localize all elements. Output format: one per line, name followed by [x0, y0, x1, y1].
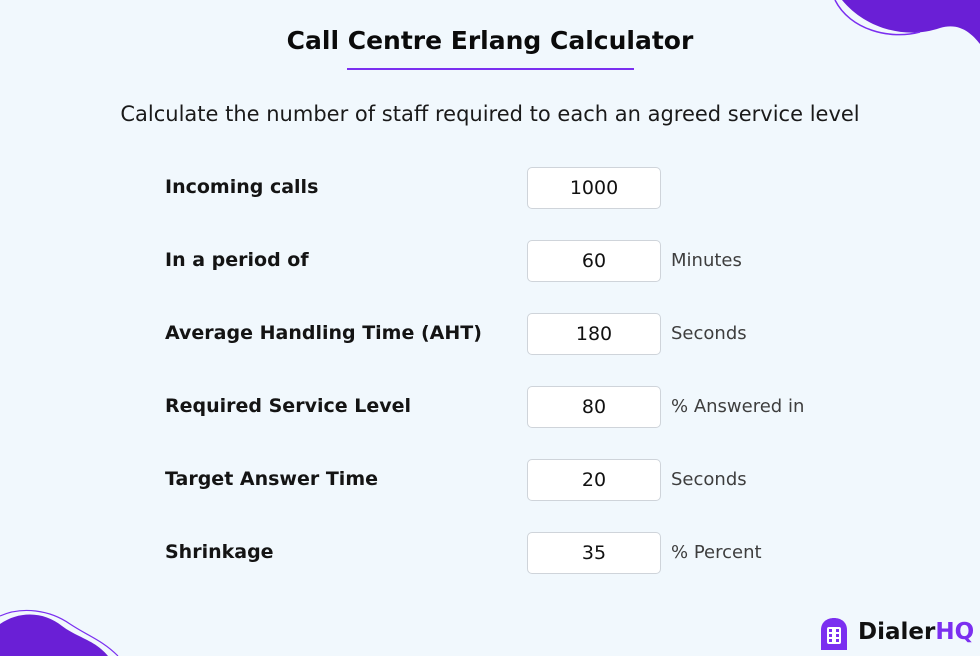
shrinkage-input[interactable]: [527, 532, 661, 574]
field-unit: Seconds: [671, 323, 747, 344]
field-label: Average Handling Time (AHT): [165, 322, 482, 344]
period-input[interactable]: [527, 240, 661, 282]
field-label: Shrinkage: [165, 541, 274, 563]
target-answer-time-input[interactable]: [527, 459, 661, 501]
aht-input[interactable]: [527, 313, 661, 355]
field-unit: Minutes: [671, 250, 742, 271]
field-row-aht: Average Handling Time (AHT) Seconds: [0, 313, 980, 355]
field-unit: Seconds: [671, 469, 747, 490]
phone-keypad-icon: [821, 618, 847, 650]
logo-name-main: Dialer: [858, 619, 936, 645]
title-underline: [347, 68, 634, 70]
field-unit: % Percent: [671, 542, 762, 563]
field-label: In a period of: [165, 249, 309, 271]
field-unit: % Answered in: [671, 396, 805, 417]
decorative-blob-bottom-left: [0, 609, 119, 656]
field-row-period: In a period of Minutes: [0, 240, 980, 282]
field-row-incoming-calls: Incoming calls: [0, 167, 980, 209]
page-subtitle: Calculate the number of staff required t…: [120, 102, 860, 126]
logo-name-accent: HQ: [935, 619, 975, 645]
field-label: Required Service Level: [165, 395, 412, 417]
field-label: Target Answer Time: [165, 468, 379, 490]
field-row-target-answer-time: Target Answer Time Seconds: [0, 459, 980, 501]
field-row-service-level: Required Service Level % Answered in: [0, 386, 980, 428]
service-level-input[interactable]: [527, 386, 661, 428]
incoming-calls-input[interactable]: [527, 167, 661, 209]
field-label: Incoming calls: [165, 176, 319, 198]
field-row-shrinkage: Shrinkage % Percent: [0, 532, 980, 574]
page-title: Call Centre Erlang Calculator: [286, 26, 694, 55]
logo-wordmark: DialerHQ: [858, 619, 974, 645]
